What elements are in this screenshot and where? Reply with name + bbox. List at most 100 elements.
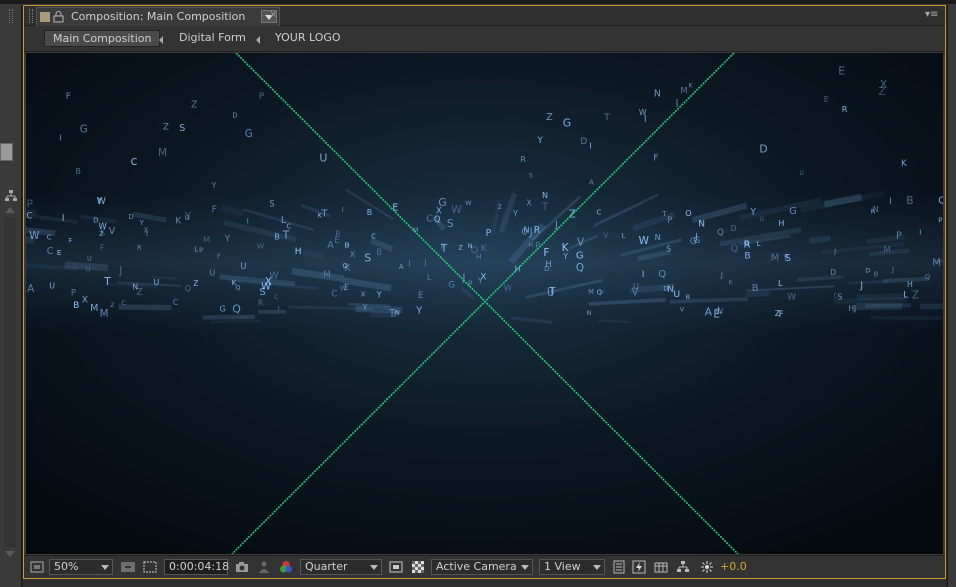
breadcrumb-item-main-composition[interactable]: Main Composition <box>44 30 161 47</box>
particle-letter: J <box>423 257 426 267</box>
exposure-value[interactable]: +0.0 <box>720 560 747 576</box>
particle-letter: E <box>838 64 845 77</box>
panel-menu-icon[interactable]: ▾≡ <box>925 9 941 21</box>
particle-letter: O <box>343 262 348 270</box>
particle-letter: V <box>109 226 116 237</box>
particle-letter: N <box>587 309 592 317</box>
particle-letter: A <box>705 305 713 318</box>
magnification-value: 50% <box>54 560 79 573</box>
particle-letter: Q <box>717 228 724 238</box>
region-of-interest-icon[interactable] <box>143 560 157 574</box>
light-ray <box>302 249 325 261</box>
particle-letter: W <box>29 230 39 242</box>
particle-letter: E <box>713 309 720 321</box>
particle-letter: R <box>258 298 264 307</box>
breadcrumb-arrow-icon <box>256 36 260 44</box>
particle-letter: R <box>744 240 751 251</box>
particle-letter: P <box>938 217 942 225</box>
composition-tab-title: Composition: Main Composition <box>71 10 246 23</box>
particle-letter: N <box>873 205 879 214</box>
current-time-field[interactable]: 0:00:04:18 <box>164 559 229 575</box>
particle-letter: W <box>639 108 647 117</box>
particle-letter: D <box>731 224 737 233</box>
particle-letter: L <box>427 272 432 282</box>
particle-letter: G <box>245 129 253 140</box>
light-ray <box>118 304 172 311</box>
timeline-icon[interactable] <box>654 560 668 574</box>
particle-letter: G <box>694 236 701 246</box>
camera-snapshot-icon[interactable] <box>235 560 249 574</box>
particle-letter: Q <box>576 262 584 274</box>
particle-letter: Y <box>537 136 544 146</box>
flowchart-icon[interactable] <box>4 189 18 203</box>
particle-letter: I <box>62 213 65 224</box>
particle-letter: F <box>212 205 218 216</box>
breadcrumb-item-digital-form[interactable]: Digital Form <box>171 30 254 47</box>
particle-letter: M <box>413 227 418 234</box>
particle-letter: U <box>673 289 680 300</box>
particle-letter: P <box>199 247 203 255</box>
particle-letter: F <box>653 154 658 164</box>
particle-letter: I <box>278 304 280 312</box>
particle-letter: M <box>771 252 779 263</box>
particle-letter: G <box>80 125 88 136</box>
scroll-up-arrow[interactable] <box>5 207 15 213</box>
particle-letter: E <box>418 291 423 301</box>
particle-letter: C <box>426 214 433 225</box>
panel-button[interactable] <box>0 143 13 161</box>
particle-letter: W <box>787 292 796 302</box>
particle-letter: T <box>661 210 667 218</box>
composition-render: IMZUMTGFYCVHEDCNUGWKKCIMNFTIPNAMYWTTXFSP… <box>26 53 943 554</box>
title-action-safe-icon[interactable] <box>121 560 135 574</box>
particle-letter: R <box>534 225 541 236</box>
particle-letter: H <box>545 260 552 270</box>
particle-letter: X <box>526 198 532 208</box>
transparency-grid-icon[interactable] <box>411 560 425 574</box>
particle-letter: U <box>209 269 215 278</box>
particle-letter: Y <box>562 252 568 261</box>
breadcrumb-item-your-logo[interactable]: YOUR LOGO <box>267 30 349 47</box>
particle-letter: K <box>481 243 488 254</box>
view-camera-value: Active Camera <box>436 560 517 573</box>
pixel-aspect-toggle-icon[interactable] <box>612 560 626 574</box>
view-camera-select[interactable]: Active Camera <box>431 559 533 575</box>
particle-letter: Q <box>235 284 240 292</box>
breadcrumb: Main Composition Digital Form YOUR LOGO <box>24 26 945 52</box>
view-layout-select[interactable]: 1 View <box>539 559 605 575</box>
particle-letter: G <box>563 116 571 129</box>
particle-letter: G <box>760 216 765 223</box>
particle-letter: Y <box>415 305 422 316</box>
lock-icon[interactable] <box>53 11 64 23</box>
scrollbar-track[interactable] <box>4 217 16 547</box>
particle-letter: A <box>27 283 35 295</box>
magnification-select[interactable]: 50% <box>49 559 113 575</box>
show-snapshot-icon[interactable] <box>257 560 271 574</box>
particle-letter: F <box>394 310 398 319</box>
fast-draft-icon[interactable] <box>632 560 646 574</box>
flowchart-icon[interactable] <box>676 560 690 574</box>
particle-letter: A <box>327 240 334 251</box>
close-icon[interactable]: × <box>269 9 277 20</box>
particle-letter: X <box>82 295 88 305</box>
particle-letter: B <box>744 251 750 261</box>
scroll-down-arrow[interactable] <box>5 551 15 557</box>
composition-panel: Composition: Main Composition × ▾≡ Main … <box>23 5 946 579</box>
particle-letter: C <box>274 294 279 301</box>
particle-letter: T <box>282 231 290 242</box>
particle-letter: C <box>287 223 292 231</box>
particle-letter: D <box>865 268 870 275</box>
reset-exposure-icon[interactable] <box>700 560 714 574</box>
fast-previews-icon[interactable] <box>389 560 403 574</box>
particle-letter: L <box>778 278 783 288</box>
always-preview-icon[interactable] <box>30 560 44 574</box>
resolution-select[interactable]: Quarter <box>300 559 382 575</box>
panel-grip[interactable] <box>29 9 33 23</box>
particle-letter: Q <box>434 215 441 225</box>
particle-letter: I <box>919 229 921 237</box>
particle-letter: E <box>57 249 61 257</box>
panel-grip[interactable] <box>9 9 13 23</box>
composition-viewer[interactable]: IMZUMTGFYCVHEDCNUGWKKCIMNFTIPNAMYWTTXFSP… <box>26 53 943 554</box>
rgb-channels-icon[interactable] <box>279 560 293 574</box>
light-ray <box>598 319 631 324</box>
composition-tab[interactable]: Composition: Main Composition <box>36 7 280 26</box>
